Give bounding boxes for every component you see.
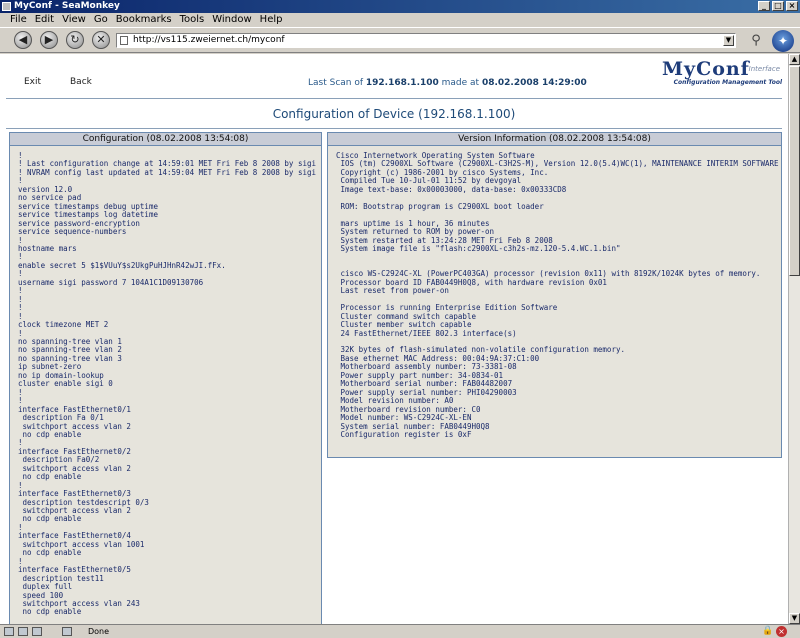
scroll-down-icon[interactable]: ▼ [789, 613, 800, 624]
menu-help[interactable]: Help [260, 13, 283, 27]
menu-file[interactable]: File [10, 13, 27, 27]
maximize-button[interactable]: □ [772, 1, 784, 11]
version-panel: Version Information (08.02.2008 13:54:08… [327, 132, 782, 458]
exit-link[interactable]: Exit [24, 77, 41, 87]
configuration-panel: Configuration (08.02.2008 13:54:08) ! ! … [9, 132, 322, 624]
app-icon [2, 2, 11, 11]
mail-icon[interactable] [4, 627, 14, 636]
url-dropdown-icon[interactable]: ▼ [723, 35, 734, 46]
navigation-toolbar: ◀ ▶ ↻ ✕ http://vs115.zweiernet.ch/myconf… [0, 27, 800, 53]
back-link[interactable]: Back [70, 77, 92, 87]
last-scan-time: 08.02.2008 14:29:00 [481, 78, 587, 88]
menu-window[interactable]: Window [212, 13, 251, 27]
version-panel-header: Version Information (08.02.2008 13:54:08… [328, 133, 781, 146]
scroll-up-icon[interactable]: ▲ [789, 54, 800, 65]
logo-sup-text: Interface [748, 65, 780, 73]
last-scan-mid: made at [438, 78, 482, 88]
menu-bar: File Edit View Go Bookmarks Tools Window… [0, 13, 800, 27]
menu-edit[interactable]: Edit [35, 13, 54, 27]
menu-bookmarks[interactable]: Bookmarks [116, 13, 172, 27]
lock-icon[interactable]: 🔒 [762, 626, 773, 637]
last-scan-prefix: Last Scan of [308, 78, 366, 88]
menu-go[interactable]: Go [94, 13, 108, 27]
window-titlebar: MyConf - SeaMonkey _ □ × [0, 0, 800, 13]
close-icon[interactable]: × [776, 626, 787, 637]
reload-button[interactable]: ↻ [66, 31, 84, 49]
stop-icon: ✕ [96, 33, 106, 46]
search-icon: ⚲ [751, 33, 761, 48]
back-arrow-icon: ◀ [18, 33, 28, 46]
logo-main-text: MyConf [662, 58, 750, 80]
close-window-button[interactable]: × [786, 1, 798, 11]
configuration-panel-header: Configuration (08.02.2008 13:54:08) [10, 133, 321, 146]
scroll-thumb[interactable] [789, 66, 800, 276]
configuration-text: ! ! Last configuration change at 14:59:0… [18, 151, 317, 617]
title-divider [6, 128, 782, 129]
status-text: Done [88, 627, 110, 636]
composer-icon[interactable] [18, 627, 28, 636]
online-status-icon[interactable] [62, 627, 72, 636]
reload-icon: ↻ [70, 33, 80, 46]
browser-logo-icon[interactable]: ✦ [772, 30, 794, 52]
last-scan-info: Last Scan of 192.168.1.100 made at 08.02… [308, 78, 587, 88]
minimize-button[interactable]: _ [758, 1, 770, 11]
window-controls: _ □ × [758, 1, 798, 11]
window-title: MyConf - SeaMonkey [14, 1, 120, 11]
stop-button[interactable]: ✕ [92, 31, 110, 49]
logo-sub-text: Configuration Management Tool [673, 79, 782, 86]
myconf-logo: MyConf Interface Configuration Managemen… [658, 58, 782, 90]
status-bar: Done 🔒 × [0, 624, 800, 638]
page-header: Exit Back Last Scan of 192.168.1.100 mad… [0, 54, 788, 98]
page-content: Exit Back Last Scan of 192.168.1.100 mad… [0, 54, 788, 624]
url-text: http://vs115.zweiernet.ch/myconf [133, 35, 285, 45]
menu-tools[interactable]: Tools [180, 13, 205, 27]
last-scan-ip: 192.168.1.100 [365, 78, 439, 88]
forward-nav-button[interactable]: ▶ [40, 31, 58, 49]
search-button[interactable]: ⚲ [744, 32, 768, 50]
version-text: Cisco Internetwork Operating System Soft… [336, 151, 779, 439]
menu-view[interactable]: View [62, 13, 86, 27]
forward-arrow-icon: ▶ [44, 33, 54, 46]
chat-icon[interactable] [32, 627, 42, 636]
header-divider [6, 98, 782, 99]
url-bar[interactable]: http://vs115.zweiernet.ch/myconf ▼ [116, 33, 736, 48]
page-icon [120, 36, 128, 45]
back-nav-button[interactable]: ◀ [14, 31, 32, 49]
vertical-scrollbar[interactable]: ▲ ▼ [788, 54, 800, 624]
page-title: Configuration of Device (192.168.1.100) [272, 107, 516, 121]
